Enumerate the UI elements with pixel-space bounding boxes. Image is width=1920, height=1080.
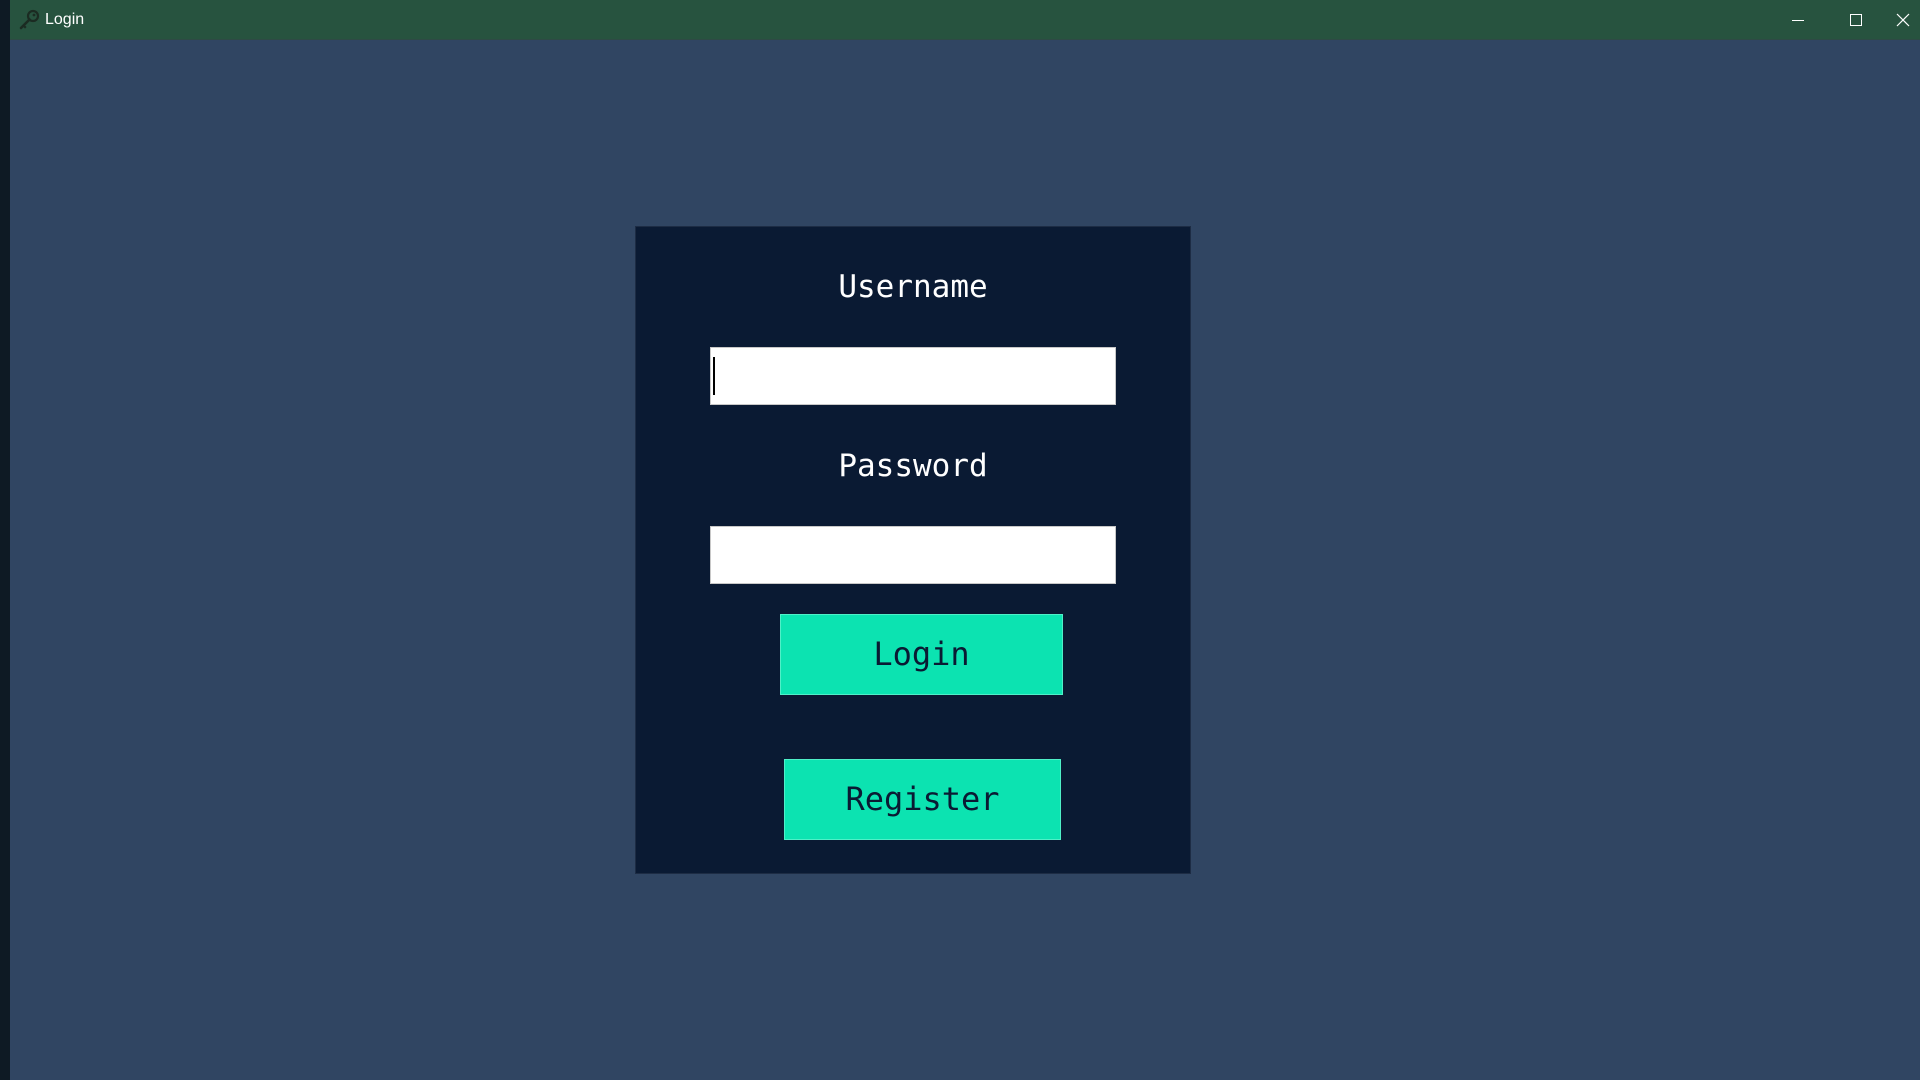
register-button[interactable]: Register [784,759,1061,840]
username-label: Username [838,269,988,305]
window-content: Username Password Login Register [10,40,1920,1080]
maximize-button[interactable] [1827,0,1885,39]
title-bar[interactable]: Login [10,0,1920,40]
key-icon [18,9,40,31]
minimize-icon [1791,13,1805,27]
login-window: Login Username Password Login Register [10,0,1920,1080]
maximize-icon [1849,13,1863,27]
close-icon [1896,13,1910,27]
minimize-button[interactable] [1769,0,1827,39]
text-caret [713,357,715,395]
desktop-edge [0,0,10,1080]
login-panel: Username Password Login Register [635,226,1191,874]
window-title: Login [45,11,85,28]
password-label: Password [838,448,988,484]
login-button[interactable]: Login [780,614,1063,695]
username-input[interactable] [710,347,1116,405]
password-input[interactable] [710,526,1116,584]
close-button[interactable] [1885,0,1920,39]
